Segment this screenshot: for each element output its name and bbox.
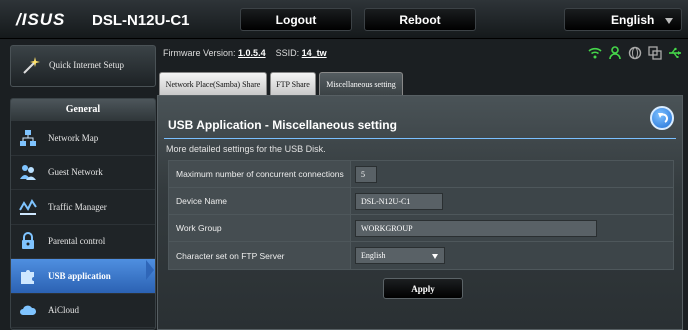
logout-button[interactable]: Logout: [240, 8, 352, 31]
firmware-label: Firmware Version:: [163, 48, 236, 58]
model-name: DSL-N12U-C1: [92, 12, 190, 29]
ssid-label: SSID:: [275, 48, 300, 58]
work-group-input[interactable]: WORKGROUP: [355, 219, 597, 237]
page-title: USB Application - Miscellaneous setting: [168, 118, 397, 132]
form-row: Work Group WORKGROUP: [169, 215, 673, 242]
status-icons: [588, 46, 682, 60]
traffic-manager-icon: [18, 197, 38, 217]
field-label: Character set on FTP Server: [169, 242, 351, 269]
ssid-value: 14_tw: [301, 48, 327, 58]
language-select[interactable]: English: [564, 8, 682, 31]
quick-internet-setup-button[interactable]: Quick Internet Setup: [10, 45, 156, 87]
sidebar-item-usb-application[interactable]: USB application: [11, 259, 155, 294]
firmware-info: Firmware Version: 1.0.5.4 SSID: 14_tw: [163, 48, 327, 58]
sidebar-item-label: Traffic Manager: [48, 201, 107, 212]
max-connections-input[interactable]: 5: [355, 165, 377, 183]
lock-icon: [18, 231, 38, 251]
apply-button[interactable]: Apply: [383, 278, 463, 299]
active-item-pointer: [146, 260, 154, 280]
sidebar-item-parental-control[interactable]: Parental control: [11, 225, 155, 259]
sidebar-item-label: USB application: [48, 270, 111, 281]
user-icon[interactable]: [608, 46, 622, 60]
chevron-down-icon: [432, 254, 438, 259]
globe-icon[interactable]: [628, 46, 642, 60]
sidebar-item-traffic-manager[interactable]: Traffic Manager: [11, 190, 155, 225]
tab-ftp-share[interactable]: FTP Share: [270, 72, 316, 95]
sidebar-item-network-map[interactable]: Network Map: [11, 121, 155, 156]
sidebar: Quick Internet Setup General Network Map…: [10, 45, 156, 330]
chevron-down-icon: [665, 18, 673, 24]
quick-internet-setup-label: Quick Internet Setup: [49, 60, 124, 70]
back-button[interactable]: [650, 106, 674, 130]
device-name-input[interactable]: DSL-N12U-C1: [355, 192, 443, 210]
language-value: English: [611, 12, 655, 27]
copy-icon[interactable]: [648, 46, 662, 60]
ftp-charset-select[interactable]: English: [355, 247, 445, 264]
firmware-version-link[interactable]: 1.0.5.4: [238, 48, 266, 58]
page-description: More detailed settings for the USB Disk.: [166, 144, 326, 154]
field-label: Maximum number of concurrent connections: [169, 161, 351, 187]
sidebar-item-label: Network Map: [48, 132, 99, 143]
usb-icon[interactable]: [668, 46, 682, 60]
guest-network-icon: [18, 162, 38, 182]
reboot-button[interactable]: Reboot: [364, 8, 476, 31]
top-bar: /ISUS DSL-N12U-C1 Logout Reboot English: [0, 0, 688, 39]
title-divider: [164, 138, 676, 139]
ftp-charset-value: English: [361, 251, 386, 260]
wifi-icon[interactable]: [588, 46, 602, 60]
network-map-icon: [18, 128, 38, 148]
general-section-title: General: [11, 99, 155, 121]
form-row: Device Name DSL-N12U-C1: [169, 188, 673, 215]
tab-miscellaneous-setting[interactable]: Miscellaneous setting: [319, 72, 403, 95]
back-arrow-icon: [658, 113, 668, 123]
field-label: Work Group: [169, 215, 351, 241]
asus-logo: /ISUS: [16, 10, 66, 29]
sidebar-item-label: Guest Network: [48, 167, 103, 178]
sidebar-item-label: AiCloud: [48, 305, 80, 316]
cloud-icon: [18, 300, 38, 320]
tab-samba-share[interactable]: Network Place(Samba) Share: [159, 72, 267, 95]
form-row: Maximum number of concurrent connections…: [169, 161, 673, 188]
sidebar-item-aicloud[interactable]: AiCloud: [11, 294, 155, 328]
puzzle-icon: [18, 266, 38, 286]
settings-panel: USB Application - Miscellaneous setting …: [157, 95, 683, 330]
magic-wand-icon: [21, 56, 41, 76]
sidebar-item-label: Parental control: [48, 236, 106, 247]
settings-form: Maximum number of concurrent connections…: [168, 160, 674, 270]
general-menu: General Network Map Guest Network Traffi…: [10, 98, 156, 330]
sidebar-item-guest-network[interactable]: Guest Network: [11, 156, 155, 190]
form-row: Character set on FTP Server English: [169, 242, 673, 269]
field-label: Device Name: [169, 188, 351, 214]
